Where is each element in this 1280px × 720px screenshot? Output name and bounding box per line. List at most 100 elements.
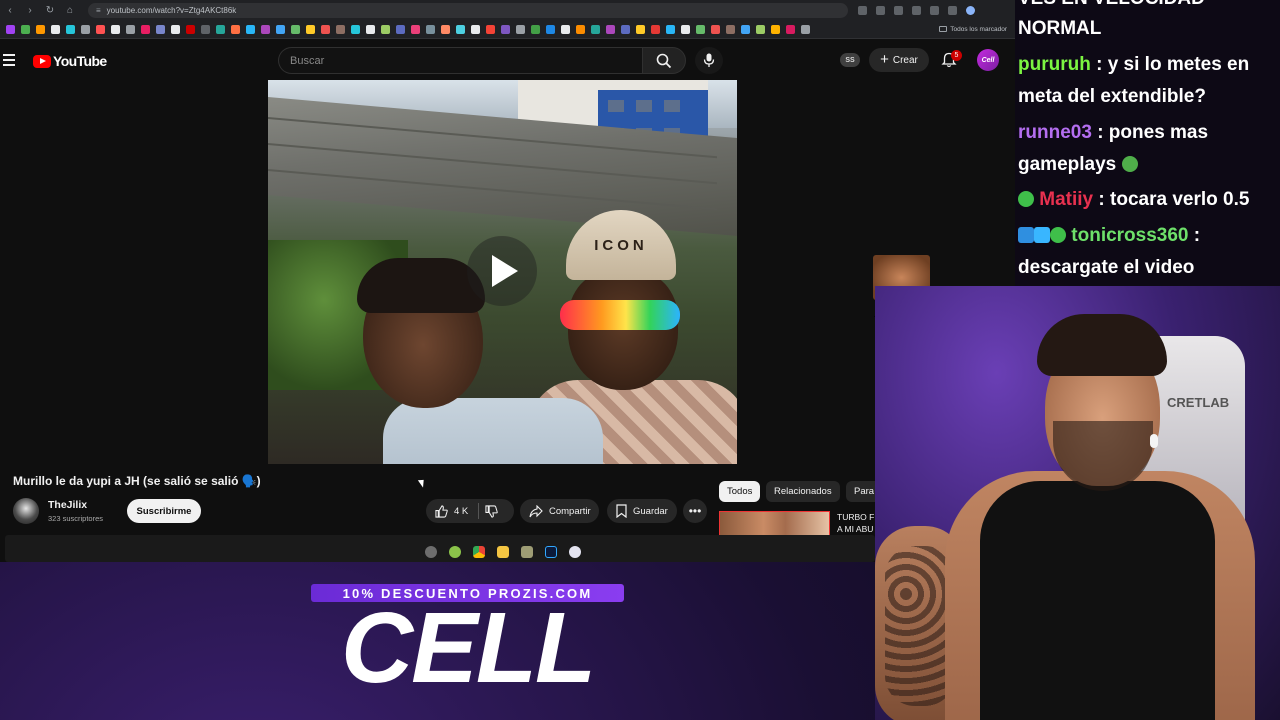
bookmark-icon[interactable] [696,24,705,34]
bookmark-icon[interactable] [231,24,240,34]
home-icon[interactable]: ⌂ [60,5,80,16]
bookmark-icon[interactable] [246,24,255,34]
profile-icon[interactable] [966,5,975,15]
url-field[interactable]: ≡ youtube.com/watch?v=Ztg4AKCt86k [88,2,848,18]
bookmark-icon[interactable] [621,24,630,34]
bookmark-icon[interactable] [501,24,510,34]
bookmark-icon[interactable] [6,24,15,34]
bookmark-icon[interactable] [66,24,75,34]
bookmark-icon[interactable] [471,24,480,34]
bookmark-icon[interactable] [486,24,495,34]
like-count[interactable]: 4 K [454,506,468,517]
app-icon[interactable] [449,546,461,558]
bookmark-icon[interactable] [576,24,585,34]
account-avatar[interactable]: Cell [977,49,999,71]
photoshop-icon[interactable] [545,546,557,558]
app-icon[interactable] [521,546,533,558]
bookmark-icon[interactable] [591,24,600,34]
bookmark-icon[interactable] [741,24,750,34]
bookmark-star-icon[interactable] [894,5,903,15]
bookmark-icon[interactable] [276,24,285,34]
forward-icon[interactable]: › [20,5,40,16]
settings-app-icon[interactable] [425,546,437,558]
bookmark-icon[interactable] [186,24,195,34]
back-icon[interactable]: ‹ [0,5,20,16]
bookmark-icon[interactable] [36,24,45,34]
bookmark-icon[interactable] [81,24,90,34]
share-button[interactable]: Compartir [520,499,599,523]
bookmark-icon[interactable] [726,24,735,34]
like-icon[interactable] [435,504,448,518]
bookmark-icon[interactable] [651,24,660,34]
bookmark-icon[interactable] [291,24,300,34]
dislike-icon[interactable] [485,504,498,518]
bookmark-icon[interactable] [96,24,105,34]
bookmark-icon[interactable] [21,24,30,34]
bookmark-icon[interactable] [456,24,465,34]
recommended-video-title[interactable]: TURBO F A MI ABU [837,511,877,537]
site-info-icon[interactable]: ≡ [96,6,101,15]
more-actions-button[interactable]: ••• [683,499,707,523]
channel-name[interactable]: TheJilix [48,499,87,511]
bookmark-icon[interactable] [351,24,360,34]
bookmark-icon[interactable] [366,24,375,34]
bookmark-icon[interactable] [411,24,420,34]
bookmark-icon[interactable] [801,24,810,34]
file-explorer-icon[interactable] [497,546,509,558]
extension-icon[interactable] [912,5,921,15]
app-icon[interactable] [569,546,581,558]
bookmark-icon[interactable] [141,24,150,34]
bookmark-icon[interactable] [606,24,615,34]
bookmark-icon[interactable] [171,24,180,34]
play-button-icon[interactable] [467,236,537,306]
bookmark-icon[interactable] [441,24,450,34]
all-bookmarks-folder[interactable]: Todos los marcador [939,26,1007,33]
bookmark-icon[interactable] [201,24,210,34]
menu-icon[interactable] [3,54,15,69]
save-button[interactable]: Guardar [607,499,677,523]
chrome-icon[interactable] [473,546,485,558]
bookmark-icon[interactable] [636,24,645,34]
voice-search-button[interactable] [695,47,723,74]
bookmark-icon[interactable] [306,24,315,34]
create-button[interactable]: + Crear [869,48,929,72]
bookmark-icon[interactable] [516,24,525,34]
chat-message: runne03 : pones mas [1018,122,1208,144]
bookmark-icon[interactable] [321,24,330,34]
bookmark-icon[interactable] [786,24,795,34]
bookmark-icon[interactable] [126,24,135,34]
bookmark-icon[interactable] [546,24,555,34]
youtube-logo[interactable]: YouTube [33,53,107,69]
bookmark-icon[interactable] [426,24,435,34]
search-button[interactable] [642,47,686,74]
share-label: Compartir [549,505,591,517]
bookmark-icon[interactable] [216,24,225,34]
reload-icon[interactable]: ↻ [40,5,60,16]
bookmark-icon[interactable] [711,24,720,34]
bookmark-icon[interactable] [381,24,390,34]
zoom-icon[interactable] [876,5,885,15]
bookmark-icon[interactable] [561,24,570,34]
bookmark-icon[interactable] [111,24,120,34]
bookmark-icon[interactable] [681,24,690,34]
bookmark-icon[interactable] [756,24,765,34]
bookmark-icon[interactable] [336,24,345,34]
bookmark-icon[interactable] [666,24,675,34]
extension-icon[interactable] [858,5,867,15]
bookmark-icon[interactable] [396,24,405,34]
channel-avatar[interactable] [13,498,39,524]
bookmark-icon[interactable] [156,24,165,34]
bookmark-icon[interactable] [771,24,780,34]
plus-icon: + [880,51,889,68]
extension-icon[interactable] [930,5,939,15]
bookmark-icon[interactable] [261,24,270,34]
subscribe-button[interactable]: Suscribirme [127,499,201,523]
search-input[interactable] [278,47,642,74]
chip-relacionados[interactable]: Relacionados [766,481,840,502]
bookmark-icon[interactable] [51,24,60,34]
chip-todos[interactable]: Todos [719,481,761,502]
bookmark-icon[interactable] [531,24,540,34]
ss-badge[interactable]: SS [840,53,860,67]
extension-icon[interactable] [948,5,957,15]
video-player[interactable]: ICON [268,80,737,464]
